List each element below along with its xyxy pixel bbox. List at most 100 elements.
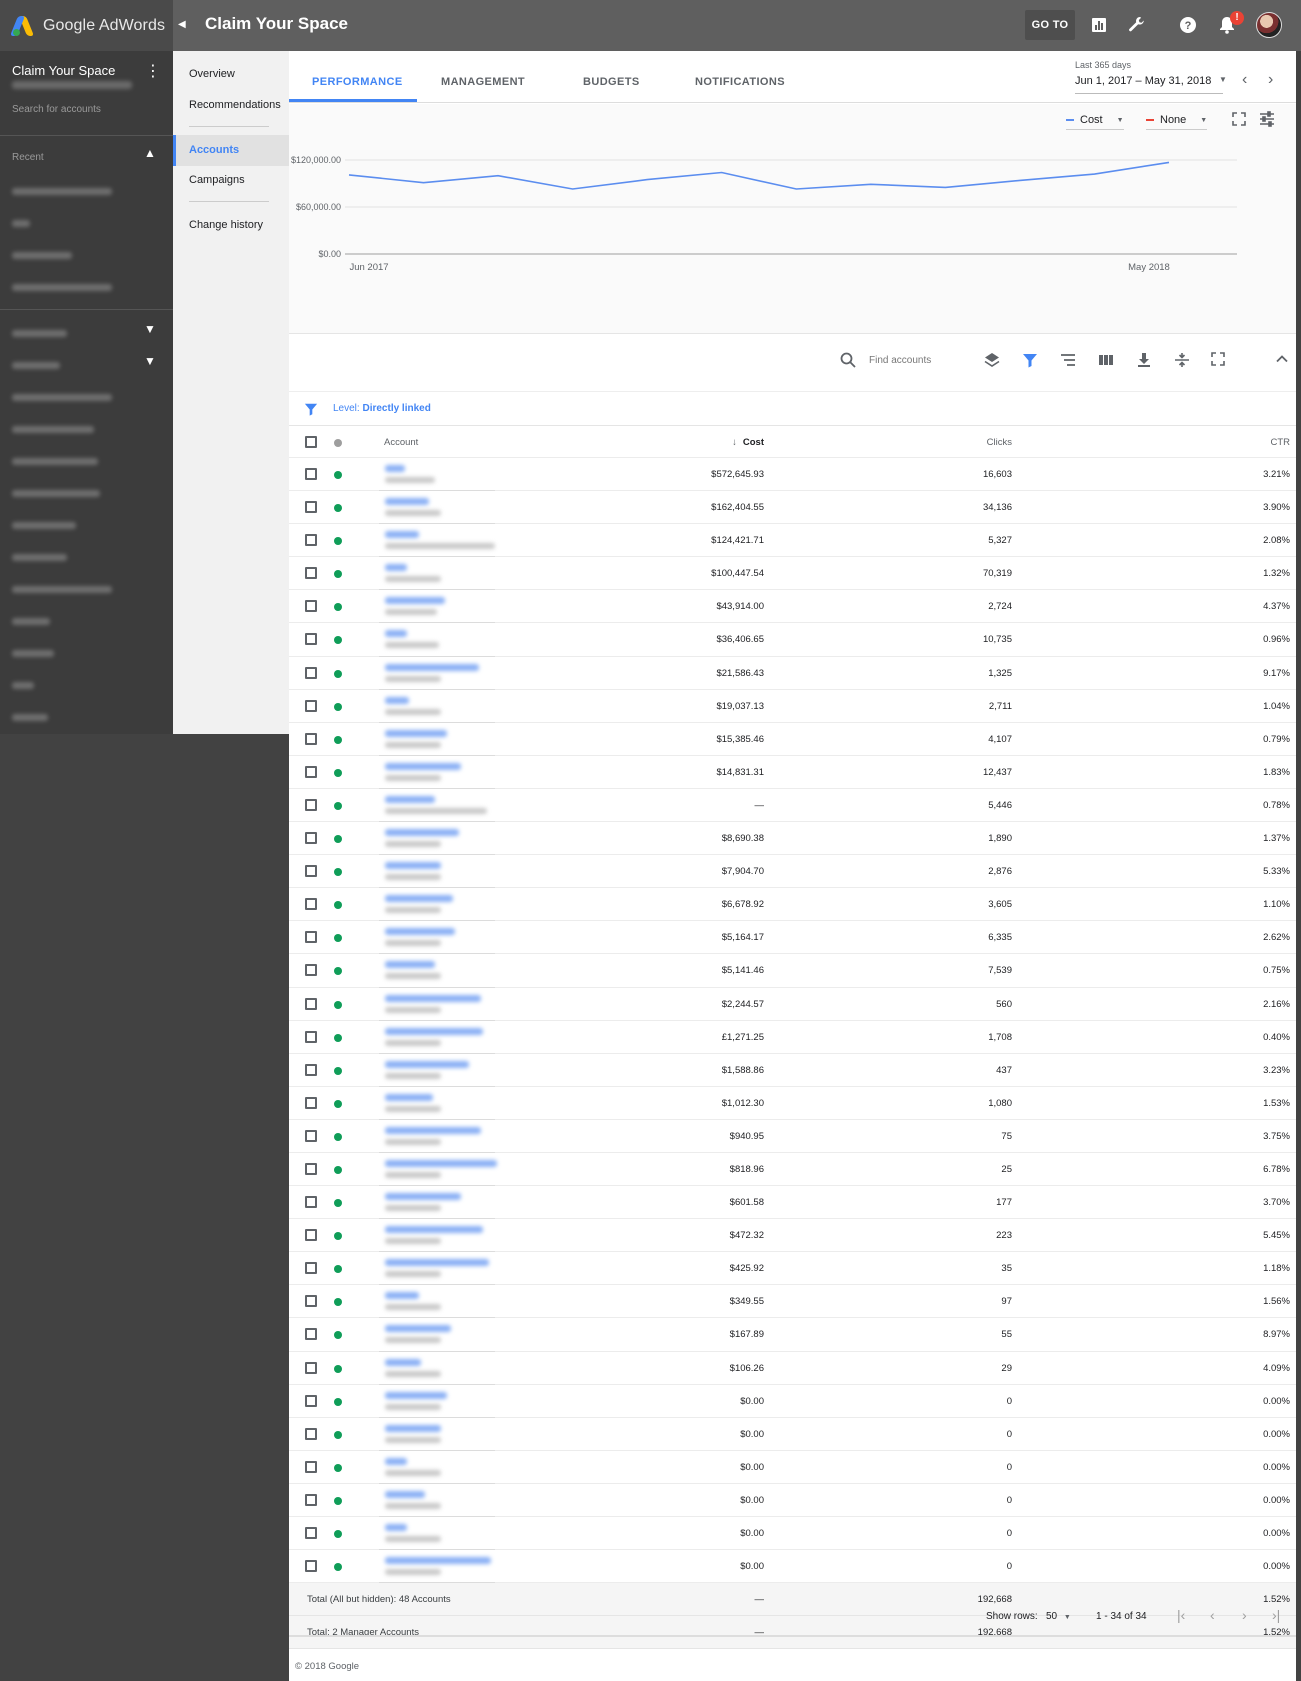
account-name-link-redacted[interactable]: [385, 1424, 441, 1432]
account-item[interactable]: [12, 490, 100, 497]
account-name-link-redacted[interactable]: [385, 862, 441, 870]
column-header-clicks[interactable]: Clicks: [987, 437, 1012, 448]
columns-icon[interactable]: [1098, 352, 1116, 370]
tab-notifications[interactable]: NOTIFICATIONS: [695, 76, 785, 88]
account-name-link-redacted[interactable]: [385, 1126, 481, 1134]
row-checkbox[interactable]: [305, 666, 317, 679]
account-name-link-redacted[interactable]: [385, 630, 407, 638]
manager-account-item[interactable]: [12, 330, 67, 337]
column-header-cost[interactable]: ↓ Cost: [732, 437, 764, 448]
account-name-link-redacted[interactable]: [385, 762, 461, 770]
row-checkbox[interactable]: [305, 1427, 317, 1440]
date-range-select[interactable]: Jun 1, 2017 – May 31, 2018: [1075, 75, 1211, 87]
row-checkbox[interactable]: [305, 633, 317, 646]
account-name-link-redacted[interactable]: [385, 663, 479, 671]
row-checkbox[interactable]: [305, 1196, 317, 1209]
account-name-link-redacted[interactable]: [385, 895, 453, 903]
download-icon[interactable]: [1136, 352, 1154, 370]
caret-down-icon[interactable]: ▼: [1219, 75, 1227, 84]
tab-budgets[interactable]: BUDGETS: [583, 76, 640, 88]
row-checkbox[interactable]: [305, 1229, 317, 1242]
row-checkbox[interactable]: [305, 832, 317, 845]
account-name-link-redacted[interactable]: [385, 465, 405, 472]
manager-account-item[interactable]: [12, 362, 60, 369]
compress-rows-icon[interactable]: [1174, 352, 1192, 370]
wrench-icon[interactable]: [1126, 14, 1148, 36]
account-name-link-redacted[interactable]: [385, 498, 429, 506]
first-page-icon[interactable]: |‹: [1177, 1607, 1185, 1623]
account-name-link-redacted[interactable]: [385, 564, 407, 572]
account-name-link-redacted[interactable]: [385, 1524, 407, 1531]
account-name-link-redacted[interactable]: [385, 1358, 421, 1366]
account-name-link-redacted[interactable]: [385, 795, 435, 803]
row-checkbox[interactable]: [305, 798, 317, 811]
row-checkbox[interactable]: [305, 964, 317, 977]
account-name-link-redacted[interactable]: [385, 1027, 483, 1035]
row-checkbox[interactable]: [305, 1162, 317, 1175]
chevron-up-icon[interactable]: [1275, 352, 1293, 370]
row-checkbox[interactable]: [305, 1129, 317, 1142]
row-checkbox[interactable]: [305, 567, 317, 580]
row-checkbox[interactable]: [305, 765, 317, 778]
chart-settings-icon[interactable]: [1259, 111, 1277, 129]
account-item[interactable]: [12, 586, 112, 593]
account-name-link-redacted[interactable]: [385, 1490, 425, 1498]
segment-layers-icon[interactable]: [984, 352, 1002, 370]
filter-chip[interactable]: Level: Directly linked: [333, 403, 431, 414]
filter-icon[interactable]: [1022, 352, 1040, 370]
row-checkbox[interactable]: [305, 699, 317, 712]
row-checkbox[interactable]: [305, 1560, 317, 1573]
row-checkbox[interactable]: [305, 931, 317, 944]
row-checkbox[interactable]: [305, 468, 317, 480]
more-vert-icon[interactable]: ⋮: [145, 61, 161, 81]
account-name-link-redacted[interactable]: [385, 729, 447, 737]
row-checkbox[interactable]: [305, 600, 317, 613]
row-checkbox[interactable]: [305, 732, 317, 745]
row-checkbox[interactable]: [305, 1460, 317, 1473]
row-checkbox[interactable]: [305, 1328, 317, 1341]
subnav-item-recommendations[interactable]: Recommendations: [189, 99, 281, 111]
rows-per-page-select[interactable]: 50 ▼: [1046, 1611, 1071, 1622]
account-name-link-redacted[interactable]: [385, 961, 435, 969]
fullscreen-icon[interactable]: [1232, 112, 1248, 128]
account-name-link-redacted[interactable]: [385, 1259, 489, 1267]
account-item[interactable]: [12, 618, 50, 625]
row-checkbox[interactable]: [305, 997, 317, 1010]
row-checkbox[interactable]: [305, 534, 317, 547]
account-item[interactable]: [12, 394, 112, 401]
fullscreen-icon[interactable]: [1211, 352, 1229, 370]
chevron-down-icon[interactable]: ▼: [144, 322, 156, 336]
recent-account-item[interactable]: [12, 188, 112, 195]
last-page-icon[interactable]: ›|: [1272, 1607, 1280, 1623]
search-icon[interactable]: [840, 352, 858, 370]
chevron-left-icon[interactable]: ‹: [1242, 71, 1247, 89]
account-name-link-redacted[interactable]: [385, 1557, 491, 1565]
account-name-link-redacted[interactable]: [385, 994, 481, 1002]
account-name-link-redacted[interactable]: [385, 531, 419, 539]
row-checkbox[interactable]: [305, 1096, 317, 1109]
metric1-select[interactable]: Cost ▼: [1066, 114, 1124, 130]
subnav-item-accounts[interactable]: Accounts: [173, 135, 289, 166]
row-checkbox[interactable]: [305, 1527, 317, 1539]
prev-page-icon[interactable]: ‹: [1210, 1607, 1215, 1623]
row-checkbox[interactable]: [305, 1361, 317, 1374]
account-name-link-redacted[interactable]: [385, 597, 445, 605]
account-name-link-redacted[interactable]: [385, 928, 455, 936]
tab-management[interactable]: MANAGEMENT: [441, 76, 525, 88]
reports-icon[interactable]: [1088, 14, 1110, 36]
select-all-checkbox[interactable]: [305, 436, 317, 448]
collapse-nav-icon[interactable]: ◀: [178, 16, 190, 34]
help-icon[interactable]: ?: [1177, 14, 1199, 36]
account-item[interactable]: [12, 426, 94, 433]
chevron-up-icon[interactable]: ▲: [144, 146, 156, 160]
account-name-link-redacted[interactable]: [385, 1060, 469, 1068]
row-checkbox[interactable]: [305, 865, 317, 878]
account-name-link-redacted[interactable]: [385, 1193, 461, 1201]
row-checkbox[interactable]: [305, 1295, 317, 1308]
avatar[interactable]: [1256, 12, 1282, 38]
goto-button[interactable]: GO TO: [1025, 10, 1075, 40]
column-header-account[interactable]: Account: [384, 437, 418, 448]
account-name-link-redacted[interactable]: [385, 1325, 451, 1333]
account-item[interactable]: [12, 458, 98, 465]
account-item[interactable]: [12, 714, 48, 721]
